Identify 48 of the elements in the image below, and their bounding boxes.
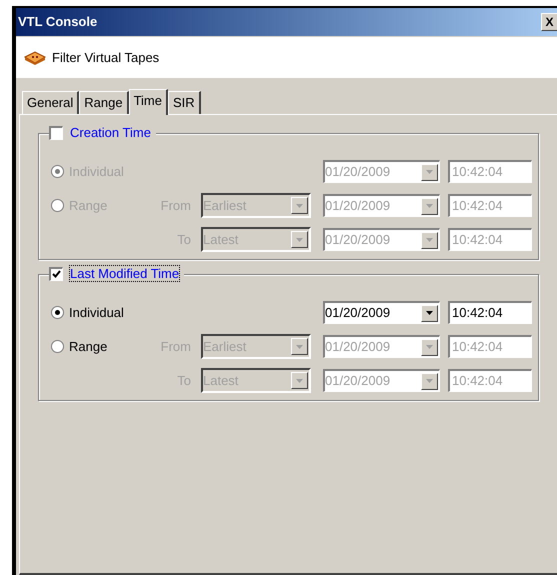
- time-field[interactable]: 10:42:04: [448, 369, 532, 392]
- caret-icon: [296, 238, 303, 242]
- time-field[interactable]: 10:42:04: [448, 335, 532, 358]
- dropdown-button[interactable]: [291, 338, 308, 355]
- tape-icon: [24, 50, 46, 66]
- header-title: Filter Virtual Tapes: [52, 48, 160, 67]
- caret-icon: [426, 311, 433, 315]
- time-field[interactable]: 10:42:04: [448, 301, 532, 324]
- time-field[interactable]: 10:42:04: [448, 228, 532, 251]
- dropdown-button[interactable]: [421, 338, 438, 356]
- radio-button[interactable]: [51, 199, 64, 212]
- dropdown-button[interactable]: [291, 197, 308, 214]
- dropdown-button[interactable]: [421, 198, 438, 214]
- caret-icon: [426, 379, 433, 383]
- dropdown-button[interactable]: [421, 164, 438, 180]
- caret-icon: [426, 204, 433, 208]
- date-dropdown[interactable]: 01/20/2009: [323, 160, 440, 183]
- caret-icon: [296, 344, 303, 348]
- date-dropdown[interactable]: 01/20/2009: [323, 228, 440, 251]
- dropdown-button[interactable]: [291, 372, 308, 389]
- checkbox[interactable]: [49, 266, 63, 280]
- tab[interactable]: SIR: [168, 91, 201, 114]
- checkbox[interactable]: [49, 126, 63, 140]
- radio-button[interactable]: [51, 340, 64, 353]
- time-field[interactable]: 10:42:04: [448, 160, 532, 183]
- dropdown-button[interactable]: [421, 304, 438, 322]
- radio-button[interactable]: [51, 306, 64, 319]
- time-field[interactable]: 10:42:04: [448, 194, 532, 217]
- close-button[interactable]: X: [541, 13, 557, 31]
- radio-label[interactable]: Individual: [69, 302, 124, 322]
- dropdown-button[interactable]: [421, 232, 438, 248]
- date-dropdown[interactable]: 01/20/2009: [323, 301, 440, 324]
- window-title: VTL Console: [18, 13, 98, 32]
- caret-icon: [426, 238, 433, 242]
- tab[interactable]: Time: [128, 89, 168, 115]
- radio-button[interactable]: [51, 165, 64, 178]
- group-title[interactable]: Last Modified Time: [69, 265, 180, 282]
- dropdown-button[interactable]: [421, 372, 438, 390]
- date-dropdown[interactable]: 01/20/2009: [323, 335, 440, 358]
- caret-icon: [296, 204, 303, 208]
- caret-icon: [426, 345, 433, 349]
- caret-icon: [426, 170, 433, 174]
- date-dropdown[interactable]: 01/20/2009: [323, 369, 440, 392]
- date-dropdown[interactable]: 01/20/2009: [323, 194, 440, 217]
- tab[interactable]: General: [22, 91, 80, 114]
- radio-label[interactable]: Range: [69, 336, 108, 356]
- caret-icon: [296, 378, 303, 382]
- dropdown-button[interactable]: [291, 231, 308, 248]
